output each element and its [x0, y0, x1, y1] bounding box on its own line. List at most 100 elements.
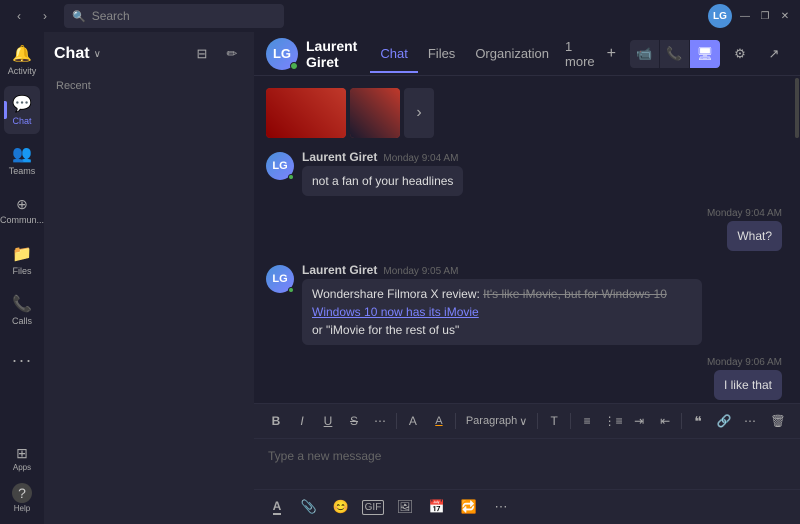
message-group-own: Monday 9:04 AM What?	[266, 208, 782, 251]
paragraph-dropdown[interactable]: Paragraph ∨	[460, 413, 533, 430]
chat-list-actions: ⊟ ✏	[190, 42, 244, 66]
sidebar: 🔔 Activity 💬 Chat 👥 Teams ⊕ Commun... 📁 …	[0, 32, 44, 524]
chat-header-right: 📹 📞 🖥 ⚙ ↗	[630, 40, 788, 68]
expand-icon: ›	[416, 104, 421, 122]
ul-button[interactable]: ⋮≡	[601, 408, 625, 434]
image-thumb-2	[350, 88, 400, 138]
online-dot	[288, 287, 294, 293]
message-bubble: not a fan of your headlines	[302, 166, 463, 196]
contact-avatar: LG	[266, 38, 298, 70]
own-message-wrap: Monday 9:06 AM I like that	[707, 357, 782, 400]
sidebar-item-teams[interactable]: 👥 Teams	[4, 136, 40, 184]
message-input[interactable]: Type a new message	[254, 439, 800, 489]
more-options-button[interactable]: ⋯	[488, 494, 514, 520]
window-minimize-button[interactable]: —	[738, 9, 752, 23]
emoji-button[interactable]: 😊	[328, 494, 354, 520]
compose-button[interactable]: ✏	[220, 42, 244, 66]
meet-now-button[interactable]: 📅	[424, 494, 450, 520]
quote-button[interactable]: ❝	[686, 408, 710, 434]
chat-header-tabs: Chat Files Organization 1 more +	[370, 35, 622, 73]
sidebar-item-activity[interactable]: 🔔 Activity	[4, 36, 40, 84]
scroll-bar[interactable]	[794, 76, 800, 403]
chat-header: LG Laurent Giret Chat Files Organization…	[254, 32, 800, 76]
popout-button[interactable]: ↗	[760, 40, 788, 68]
sidebar-item-apps[interactable]: ⊞ Apps	[4, 440, 40, 476]
nav-forward-button[interactable]: ›	[34, 5, 56, 27]
attach-button[interactable]: 📎	[296, 494, 322, 520]
underline-button[interactable]: U	[316, 408, 340, 434]
tab-chat[interactable]: Chat	[370, 42, 417, 65]
delete-message-button[interactable]: 🗑	[766, 408, 790, 434]
main-layout: 🔔 Activity 💬 Chat 👥 Teams ⊕ Commun... 📁 …	[0, 32, 800, 524]
indent-button[interactable]: ⇥	[627, 408, 651, 434]
loop-button[interactable]: 🔁	[456, 494, 482, 520]
more-format2-button[interactable]: ⋯	[738, 408, 762, 434]
scroll-thumb[interactable]	[795, 78, 799, 138]
activity-icon: 🔔	[12, 44, 32, 64]
italic-button[interactable]: I	[290, 408, 314, 434]
calls-icon: 📞	[12, 294, 32, 314]
chat-list-title: Chat	[54, 45, 90, 63]
title-bar-nav: ‹ ›	[8, 5, 56, 27]
msg-text-normal: Wondershare Filmora X review:	[312, 287, 483, 301]
chat-main: LG Laurent Giret Chat Files Organization…	[254, 32, 800, 524]
toolbar-sep-1	[396, 413, 397, 429]
filter-button[interactable]: ⊟	[190, 42, 214, 66]
filter-icon: ⊟	[197, 46, 208, 62]
search-bar[interactable]: 🔍 Search	[64, 4, 284, 28]
format-text-button[interactable]: A	[264, 494, 290, 520]
clear-format-button[interactable]: T	[542, 408, 566, 434]
more-format-button[interactable]: ⋯	[368, 408, 392, 434]
message-bubble-own: I like that	[714, 370, 782, 400]
tab-more[interactable]: 1 more	[559, 35, 601, 73]
ol-button[interactable]: ≡	[575, 408, 599, 434]
sticker-icon: 🖼	[397, 499, 414, 515]
highlight-button[interactable]: A	[427, 408, 451, 434]
toolbar-sep-5	[681, 413, 682, 429]
dropdown-chevron-icon: ∨	[519, 415, 527, 428]
message-bubble-own: What?	[727, 221, 782, 251]
sidebar-item-help[interactable]: ? Help	[4, 480, 40, 516]
outdent-button[interactable]: ⇤	[653, 408, 677, 434]
settings-button[interactable]: ⚙	[726, 40, 754, 68]
more-icon: ⋯	[495, 499, 508, 515]
search-icon: 🔍	[72, 10, 86, 23]
msg-text-link[interactable]: Windows 10 now has its iMovie	[312, 305, 479, 319]
audio-call-button[interactable]: 📞	[660, 40, 690, 68]
nav-back-button[interactable]: ‹	[8, 5, 30, 27]
strikethrough-button[interactable]: S	[342, 408, 366, 434]
window-restore-button[interactable]: ❐	[758, 9, 772, 23]
message-group-own: Monday 9:06 AM I like that	[266, 357, 782, 400]
online-dot	[288, 174, 294, 180]
screenshare-button[interactable]: 🖥	[690, 40, 720, 68]
sidebar-item-calls[interactable]: 📞 Calls	[4, 286, 40, 334]
compose-icon: ✏	[227, 46, 238, 62]
font-color-button[interactable]: A	[401, 408, 425, 434]
window-close-button[interactable]: ✕	[778, 9, 792, 23]
message-meta: Laurent Giret Monday 9:05 AM	[302, 263, 702, 277]
message-meta: Laurent Giret Monday 9:04 AM	[302, 150, 463, 164]
toolbar-sep-3	[537, 413, 538, 429]
add-tab-button[interactable]: +	[601, 45, 622, 63]
sidebar-item-communities[interactable]: ⊕ Commun...	[4, 186, 40, 234]
screenshare-icon: 🖥	[697, 46, 714, 62]
gif-button[interactable]: GIF	[360, 494, 386, 520]
sidebar-item-more[interactable]: ···	[4, 336, 40, 384]
sidebar-item-chat[interactable]: 💬 Chat	[4, 86, 40, 134]
toolbar-sep-2	[455, 413, 456, 429]
sticker-button[interactable]: 🖼	[392, 494, 418, 520]
image-expand-button[interactable]: ›	[404, 88, 434, 138]
link-button[interactable]: 🔗	[712, 408, 736, 434]
popout-icon: ↗	[769, 46, 780, 62]
tab-organization[interactable]: Organization	[465, 42, 559, 65]
bold-button[interactable]: B	[264, 408, 288, 434]
paragraph-label: Paragraph	[466, 415, 517, 427]
sidebar-item-files[interactable]: 📁 Files	[4, 236, 40, 284]
user-avatar[interactable]: LG	[708, 4, 732, 28]
message-time: Monday 9:04 AM	[383, 153, 458, 164]
video-call-button[interactable]: 📹	[630, 40, 660, 68]
recent-label: Recent	[44, 76, 254, 96]
title-bar: ‹ › 🔍 Search LG — ❐ ✕	[0, 0, 800, 32]
tab-files[interactable]: Files	[418, 42, 465, 65]
composer-placeholder: Type a new message	[268, 449, 381, 463]
